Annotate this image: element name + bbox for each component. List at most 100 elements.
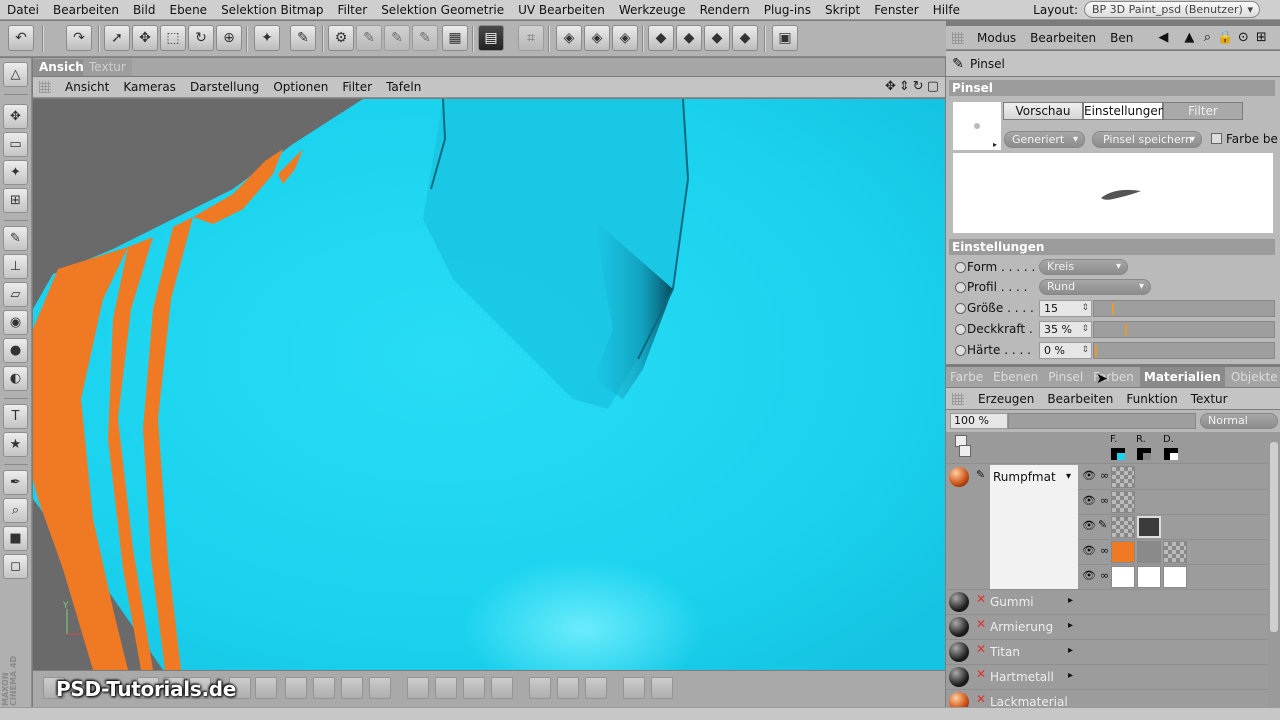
material-scrollbar[interactable] bbox=[1268, 432, 1280, 707]
opacity-slider[interactable] bbox=[1008, 413, 1196, 429]
groesse-slider[interactable] bbox=[1093, 300, 1275, 317]
undo-icon[interactable]: ↶ bbox=[8, 25, 34, 51]
layer-row[interactable]: 👁 ∞ bbox=[1078, 465, 1268, 490]
link-icon[interactable]: ∞ bbox=[1100, 544, 1109, 557]
layer-row[interactable]: 👁 ✎ bbox=[1078, 515, 1268, 540]
material-preview-ball[interactable] bbox=[949, 592, 969, 612]
link-icon[interactable]: ∞ bbox=[1100, 494, 1109, 507]
timeline-button[interactable] bbox=[435, 677, 457, 699]
viewport-menu-darstellung[interactable]: Darstellung bbox=[184, 80, 267, 94]
settings-icon[interactable]: ⊙ bbox=[1234, 30, 1252, 45]
blend-mode-dropdown[interactable]: Normal bbox=[1200, 413, 1278, 429]
layer-row[interactable]: 👁 ∞ bbox=[1078, 565, 1268, 589]
timeline-button[interactable] bbox=[255, 677, 277, 699]
pan-icon[interactable]: ✥ bbox=[885, 79, 896, 94]
rotate-icon[interactable]: ↻ bbox=[188, 25, 214, 51]
menu-erzeugen[interactable]: Erzeugen bbox=[972, 392, 1041, 406]
projection-icon[interactable]: ◈ bbox=[612, 25, 638, 51]
menu-bearbeiten[interactable]: Bearbeiten bbox=[1041, 392, 1120, 406]
relief-swatch[interactable] bbox=[1137, 448, 1151, 460]
paint-option-icon[interactable]: ✎ bbox=[356, 25, 382, 51]
tab-materialien[interactable]: Materialien bbox=[1139, 367, 1225, 387]
menu-benutzer[interactable]: Ben bbox=[1103, 31, 1140, 45]
save-brush-button[interactable]: Pinsel speichern bbox=[1092, 131, 1202, 148]
menu-rendern[interactable]: Rendern bbox=[693, 3, 757, 17]
blur-drop-icon[interactable]: ● bbox=[3, 338, 28, 363]
menu-bearbeiten[interactable]: Bearbeiten bbox=[1023, 31, 1103, 45]
chevron-right-icon[interactable]: ▸ bbox=[1068, 620, 1073, 631]
viewport-menu-optionen[interactable]: Optionen bbox=[267, 80, 336, 94]
menu-textur[interactable]: Textur bbox=[1185, 392, 1235, 406]
timeline-button[interactable] bbox=[529, 677, 551, 699]
material-preview-ball[interactable] bbox=[949, 642, 969, 662]
zoom-field[interactable]: 100 % bbox=[950, 413, 1008, 429]
3d-paint-brush-icon[interactable]: ✎ bbox=[290, 25, 316, 51]
diffusion-swatch[interactable] bbox=[1164, 448, 1178, 460]
menu-funktion[interactable]: Funktion bbox=[1120, 392, 1184, 406]
deckkraft-slider[interactable] bbox=[1093, 321, 1275, 338]
animate-radio[interactable] bbox=[955, 262, 966, 273]
viewport-menu-kameras[interactable]: Kameras bbox=[117, 80, 184, 94]
eye-icon[interactable]: 👁 bbox=[1082, 519, 1096, 532]
slider-handle[interactable] bbox=[1125, 324, 1127, 336]
material-name[interactable]: Rumpfmat bbox=[993, 470, 1056, 484]
magic-wand-icon[interactable]: ✦ bbox=[254, 25, 280, 51]
cube-icon[interactable]: ◆ bbox=[648, 25, 674, 51]
material-name[interactable]: Armierung bbox=[990, 620, 1053, 634]
material-preview-ball[interactable] bbox=[949, 617, 969, 637]
material-preview-ball[interactable] bbox=[949, 692, 969, 707]
material-name[interactable]: Gummi bbox=[990, 595, 1034, 609]
rect-selection-icon[interactable]: ▭ bbox=[3, 132, 28, 157]
lock-icon[interactable]: 🔒 bbox=[1216, 30, 1234, 45]
zoom-icon[interactable]: ⌕ bbox=[3, 498, 28, 523]
move-icon[interactable]: ✥ bbox=[132, 25, 158, 51]
menu-skript[interactable]: Skript bbox=[818, 3, 867, 17]
form-dropdown[interactable]: Kreis bbox=[1039, 259, 1128, 275]
timeline-button[interactable] bbox=[557, 677, 579, 699]
tab-pinsel[interactable]: Pinsel bbox=[1044, 367, 1087, 387]
projection-icon[interactable]: ◈ bbox=[584, 25, 610, 51]
farbe-checkbox[interactable] bbox=[1211, 133, 1222, 144]
animate-radio[interactable] bbox=[955, 282, 966, 293]
brush-icon[interactable]: ✎ bbox=[3, 226, 28, 251]
material-armierung[interactable]: ✕ Armierung ▸ bbox=[946, 615, 1268, 640]
farbe-swatch[interactable] bbox=[1111, 448, 1125, 460]
menu-datei[interactable]: Datei bbox=[0, 3, 46, 17]
menu-fenster[interactable]: Fenster bbox=[867, 3, 926, 17]
timeline-button[interactable] bbox=[369, 677, 391, 699]
3d-viewport[interactable]: Y bbox=[33, 99, 945, 670]
dolly-icon[interactable]: ⇕ bbox=[899, 79, 910, 94]
new-window-icon[interactable]: ⊞ bbox=[1252, 30, 1270, 45]
layer-row[interactable]: 👁 ∞ bbox=[1078, 540, 1268, 565]
menu-filter[interactable]: Filter bbox=[330, 3, 374, 17]
expand-arrow-icon[interactable]: ▸ bbox=[993, 140, 997, 149]
paint-option-icon[interactable]: ✎ bbox=[384, 25, 410, 51]
generiert-dropdown[interactable]: Generiert bbox=[1004, 131, 1085, 148]
timeline-button[interactable] bbox=[313, 677, 335, 699]
material-rumpfmat[interactable]: ✎ Rumpfmat ▾ 👁 ∞ 👁 ∞ 👁 ✎ 👁 ∞ 👁 ∞ bbox=[946, 465, 1268, 590]
menu-selektion-geometrie[interactable]: Selektion Geometrie bbox=[374, 3, 511, 17]
maximize-icon[interactable]: ▢ bbox=[927, 79, 939, 94]
layout-dropdown[interactable]: BP 3D Paint_psd (Benutzer) bbox=[1084, 1, 1260, 18]
eraser-icon[interactable]: ▱ bbox=[3, 282, 28, 307]
material-hartmetall[interactable]: ✕ Hartmetall ▸ bbox=[946, 665, 1268, 690]
groesse-input[interactable]: 15 bbox=[1039, 300, 1092, 317]
haerte-input[interactable]: 0 % bbox=[1039, 342, 1092, 359]
layer-row[interactable]: 👁 ∞ bbox=[1078, 490, 1268, 515]
material-lackmaterial[interactable]: ✕ Lackmaterial bbox=[946, 690, 1268, 707]
animate-radio[interactable] bbox=[955, 303, 966, 314]
material-name[interactable]: Lackmaterial bbox=[990, 695, 1068, 707]
eyedropper-icon[interactable]: ✒ bbox=[3, 470, 28, 495]
menu-uv-bearbeiten[interactable]: UV Bearbeiten bbox=[511, 3, 612, 17]
projection-icon[interactable]: ◈ bbox=[556, 25, 582, 51]
material-preview-ball[interactable] bbox=[949, 667, 969, 687]
brush-icon[interactable]: ✎ bbox=[1098, 518, 1107, 531]
magic-wand-icon[interactable]: ✦ bbox=[3, 160, 28, 185]
tab-filter[interactable]: Filter bbox=[1163, 102, 1243, 120]
model-mode-icon[interactable]: △ bbox=[3, 62, 28, 87]
paint-setup-icon[interactable]: ⚙ bbox=[328, 25, 354, 51]
tab-einstellungen[interactable]: Einstellungen bbox=[1083, 102, 1165, 120]
viewport-menu-ansicht[interactable]: Ansicht bbox=[59, 80, 117, 94]
menu-ebene[interactable]: Ebene bbox=[162, 3, 214, 17]
scale-icon[interactable]: ⬚ bbox=[160, 25, 186, 51]
